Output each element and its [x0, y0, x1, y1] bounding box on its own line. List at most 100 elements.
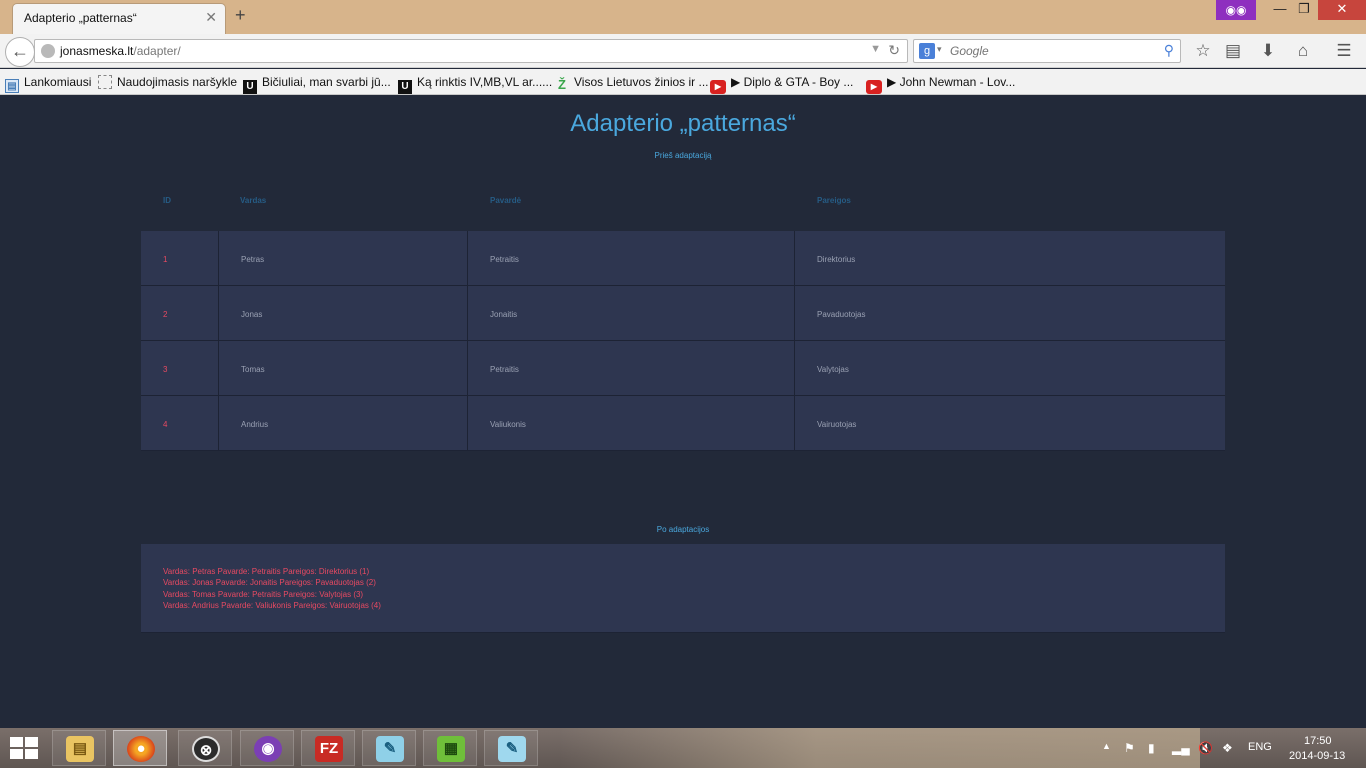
- bookmark-label: Naudojimasis naršykle: [117, 75, 238, 89]
- cell-pareigos: Valytojas: [817, 365, 849, 374]
- cell-vardas: Jonas: [219, 286, 468, 341]
- bookmark-item[interactable]: Ž Visos Lietuvos žinios ir ...: [555, 75, 709, 92]
- page-title: Adapterio „patternas“: [570, 110, 796, 137]
- bookmark-star-icon[interactable]: ☆: [1192, 41, 1214, 61]
- output-line: Vardas: Jonas Pavarde: Jonaitis Pareigos…: [163, 578, 376, 588]
- cat-app-icon[interactable]: ◉: [240, 730, 294, 766]
- tab-title: Adapterio „patternas“: [24, 11, 137, 25]
- bookmark-folder-icon: ▤: [5, 79, 19, 93]
- new-tab-button[interactable]: +: [235, 5, 246, 26]
- youtube-icon: ▶: [710, 80, 726, 94]
- spreadsheet-icon[interactable]: ▦: [423, 730, 477, 766]
- z-logo-icon: Ž: [558, 77, 566, 92]
- cell-vardas: Petras: [219, 231, 468, 286]
- cell-pavarde: Valiukonis: [468, 396, 795, 451]
- table-header: ID Vardas Pavardė Pareigos: [141, 176, 1225, 231]
- column-header-pareigos: Pareigos: [817, 196, 851, 205]
- dropbox-icon[interactable]: ❖: [1222, 741, 1233, 755]
- bookmark-label: Visos Lietuvos žinios ir ...: [574, 75, 709, 89]
- cell-id: 3: [141, 341, 219, 396]
- bookmarks-toolbar: ▤ Lankomiausi Naudojimasis naršykle U Biči…: [0, 69, 1366, 95]
- cell-pavarde: Petraitis: [468, 231, 795, 286]
- restore-button[interactable]: ❐: [1290, 0, 1318, 20]
- clock-time[interactable]: 17:50: [1304, 735, 1332, 747]
- cell-pavarde: Petraitis: [468, 341, 795, 396]
- system-tray: ▲ ⚑ ▮ ▂▄ 🔇 ❖ ENG 17:50 2014-09-13: [1098, 728, 1366, 768]
- cell-pareigos: Vairuotojas: [817, 420, 857, 429]
- url-text[interactable]: jonasmeska.lt/adapter/: [60, 44, 181, 58]
- home-icon[interactable]: ⌂: [1292, 41, 1314, 61]
- filezilla-icon[interactable]: FZ: [301, 730, 355, 766]
- search-input[interactable]: [950, 44, 1150, 58]
- cell-id: 2: [141, 286, 219, 341]
- cell-vardas: Andrius: [219, 396, 468, 451]
- bookmark-item[interactable]: U Ką rinktis IV,MB,VL ar......: [398, 75, 552, 94]
- cell-id: 1: [141, 231, 219, 286]
- taskbar: ▤ ● ⊗ ◉ FZ ✎ ▦ ✎ ▲ ⚑ ▮ ▂▄ 🔇 ❖ ENG 17:50 …: [0, 728, 1366, 768]
- bookmark-label: ▶ Diplo & GTA - Boy ...: [731, 75, 854, 89]
- download-icon[interactable]: ⬇: [1257, 41, 1279, 61]
- hamburger-menu-icon[interactable]: ☰: [1333, 41, 1355, 61]
- show-hidden-icons-icon[interactable]: ▲: [1102, 741, 1111, 751]
- notepad-icon[interactable]: ✎: [362, 730, 416, 766]
- column-header-pavarde: Pavardė: [490, 196, 522, 205]
- table-row: 1 Petras Petraitis Direktorius: [141, 231, 1225, 286]
- firefox-icon[interactable]: ●: [113, 730, 167, 766]
- output-line: Vardas: Tomas Pavarde: Petraitis Pareigo…: [163, 589, 364, 599]
- network-signal-icon[interactable]: ▂▄: [1172, 741, 1190, 755]
- cell-vardas: Tomas: [219, 341, 468, 396]
- url-path: /adapter/: [133, 44, 181, 58]
- table-row: 3 Tomas Petraitis Valytojas: [141, 341, 1225, 396]
- u-logo-icon: U: [243, 80, 257, 94]
- search-engine-icon[interactable]: g: [919, 43, 935, 59]
- bookmark-item[interactable]: ▶ ▶ John Newman - Lov...: [866, 75, 1015, 94]
- bookmarks-menu-icon[interactable]: ▤: [1222, 41, 1244, 61]
- site-identity-icon[interactable]: [41, 44, 55, 58]
- column-header-id: ID: [163, 196, 171, 205]
- browser-tab[interactable]: Adapterio „patternas“ ✕: [12, 3, 226, 34]
- u-logo-icon: U: [398, 80, 412, 94]
- steam-icon[interactable]: ⊗: [178, 730, 232, 766]
- navigation-toolbar: jonasmeska.lt/adapter/ ▼ ↻ ← g ▾ ⚲ ☆ ▤ ⬇…: [0, 34, 1366, 68]
- search-go-icon[interactable]: ⚲: [1164, 42, 1174, 59]
- bookmark-label: Bičiuliai, man svarbi jū...: [262, 75, 391, 89]
- action-center-flag-icon[interactable]: ⚑: [1124, 741, 1135, 755]
- reload-icon[interactable]: ↻: [888, 42, 900, 59]
- close-window-button[interactable]: ✕: [1318, 0, 1366, 20]
- volume-muted-icon[interactable]: 🔇: [1198, 741, 1213, 755]
- notepad2-icon[interactable]: ✎: [484, 730, 538, 766]
- before-adaptation-label: Prieš adaptaciją: [654, 151, 712, 160]
- cell-pareigos: Direktorius: [817, 255, 856, 264]
- url-bar[interactable]: jonasmeska.lt/adapter/ ▼ ↻: [34, 39, 908, 63]
- file-explorer-icon[interactable]: ▤: [52, 730, 106, 766]
- url-host: jonasmeska.lt: [60, 44, 134, 58]
- search-bar[interactable]: g ▾ ⚲: [913, 39, 1181, 63]
- clock-date[interactable]: 2014-09-13: [1289, 750, 1345, 762]
- cell-pavarde: Jonaitis: [468, 286, 795, 341]
- search-engine-dropdown-icon[interactable]: ▾: [937, 44, 942, 55]
- bookmark-label: Ką rinktis IV,MB,VL ar......: [417, 75, 553, 89]
- url-history-dropdown-icon[interactable]: ▼: [870, 43, 881, 55]
- youtube-icon: ▶: [866, 80, 882, 94]
- bookmark-item[interactable]: Naudojimasis naršykle: [98, 75, 237, 89]
- page-content: Adapterio „patternas“ Prieš adaptaciją I…: [0, 96, 1366, 728]
- bookmark-item[interactable]: ▶ ▶ Diplo & GTA - Boy ...: [710, 75, 853, 94]
- bookmark-item[interactable]: ▤ Lankomiausi: [5, 75, 91, 93]
- battery-icon[interactable]: ▮: [1148, 741, 1155, 755]
- after-adaptation-label: Po adaptacijos: [656, 525, 710, 534]
- column-header-vardas: Vardas: [240, 196, 267, 205]
- back-button[interactable]: ←: [5, 37, 35, 67]
- adapted-output-box: Vardas: Petras Pavarde: Petraitis Pareig…: [141, 544, 1225, 633]
- cell-pareigos: Pavaduotojas: [817, 310, 866, 319]
- output-line: Vardas: Andrius Pavarde: Valiukonis Pare…: [163, 600, 381, 610]
- language-indicator[interactable]: ENG: [1248, 741, 1272, 753]
- private-mask-icon[interactable]: ◉◉: [1216, 0, 1256, 20]
- bookmark-item[interactable]: U Bičiuliai, man svarbi jū...: [243, 75, 391, 94]
- bookmark-label: ▶ John Newman - Lov...: [887, 75, 1016, 89]
- browser-titlebar: Adapterio „patternas“ ✕ + ◉◉ — ❐ ✕: [0, 0, 1366, 34]
- windows-start-button[interactable]: [10, 737, 38, 759]
- close-tab-icon[interactable]: ✕: [205, 9, 217, 26]
- bookmark-label: Lankomiausi: [24, 75, 92, 89]
- employees-table: ID Vardas Pavardė Pareigos 1 Petras Petr…: [141, 176, 1225, 451]
- table-row: 4 Andrius Valiukonis Vairuotojas: [141, 396, 1225, 451]
